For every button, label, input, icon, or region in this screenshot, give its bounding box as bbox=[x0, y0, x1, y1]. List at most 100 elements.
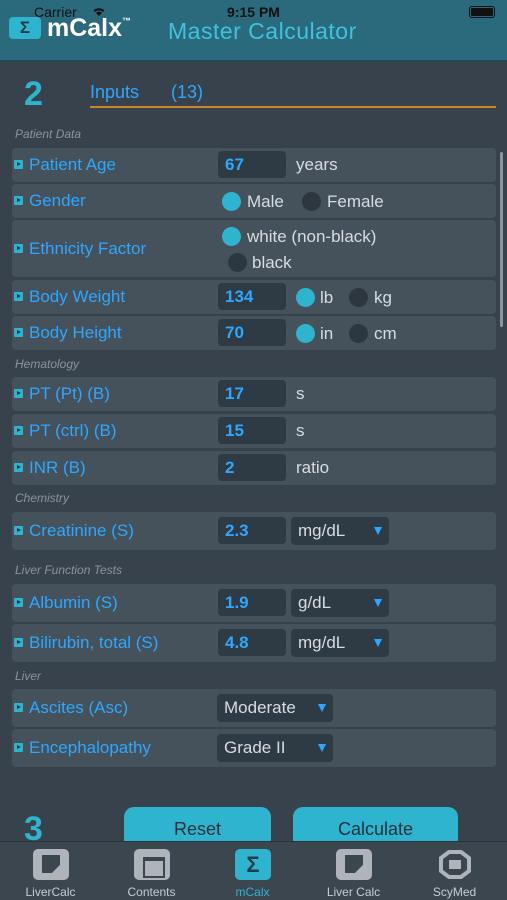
page-title: Master Calculator bbox=[168, 18, 357, 44]
creatinine-unit-select[interactable]: mg/dL bbox=[291, 517, 389, 545]
mcalx-icon: Σ bbox=[235, 849, 271, 880]
field-label[interactable]: INR (B) bbox=[29, 458, 86, 478]
chevron-down-icon bbox=[374, 599, 382, 607]
row-inr: INR (B) 2 ratio bbox=[12, 451, 496, 485]
field-label[interactable]: Patient Age bbox=[29, 155, 116, 175]
field-label[interactable]: Albumin (S) bbox=[29, 593, 118, 613]
field-label[interactable]: Ethnicity Factor bbox=[29, 239, 146, 259]
expand-arrow-icon[interactable] bbox=[14, 389, 23, 398]
field-label[interactable]: PT (ctrl) (B) bbox=[29, 421, 117, 441]
section-number-2: 2 bbox=[24, 75, 43, 113]
ethnicity-black-label[interactable]: black bbox=[252, 253, 292, 273]
row-pt-ctrl: PT (ctrl) (B) 15 s bbox=[12, 414, 496, 448]
ethnicity-white-radio[interactable] bbox=[222, 227, 241, 246]
tab-liver-calc[interactable]: Liver Calc bbox=[303, 842, 404, 900]
creatinine-input[interactable]: 2.3 bbox=[218, 517, 286, 544]
expand-arrow-icon[interactable] bbox=[14, 196, 23, 205]
row-encephalopathy: Encephalopathy Grade II bbox=[12, 729, 496, 767]
field-label[interactable]: Gender bbox=[29, 191, 86, 211]
expand-arrow-icon[interactable] bbox=[14, 426, 23, 435]
pt-ctrl-input[interactable]: 15 bbox=[218, 417, 286, 444]
row-patient-age: Patient Age 67 years bbox=[12, 148, 496, 182]
body-weight-input[interactable]: 134 bbox=[218, 283, 286, 310]
scymed-icon bbox=[437, 849, 473, 880]
expand-arrow-icon[interactable] bbox=[14, 598, 23, 607]
expand-arrow-icon[interactable] bbox=[14, 244, 23, 253]
inputs-header[interactable]: Inputs (13) bbox=[90, 80, 496, 108]
liver-calc-icon bbox=[336, 849, 372, 880]
patient-age-input[interactable]: 67 bbox=[218, 151, 286, 178]
gender-female-label[interactable]: Female bbox=[327, 192, 384, 212]
row-body-height: Body Height 70 in cm bbox=[12, 316, 496, 350]
pt-pt-input[interactable]: 17 bbox=[218, 380, 286, 407]
expand-arrow-icon[interactable] bbox=[14, 463, 23, 472]
bilirubin-unit-select[interactable]: mg/dL bbox=[291, 629, 389, 657]
unit-label: s bbox=[296, 421, 305, 440]
unit-lb-label[interactable]: lb bbox=[320, 288, 333, 308]
albumin-input[interactable]: 1.9 bbox=[218, 589, 286, 616]
row-albumin: Albumin (S) 1.9 g/dL bbox=[12, 584, 496, 622]
field-label[interactable]: Bilirubin, total (S) bbox=[29, 633, 158, 653]
expand-arrow-icon[interactable] bbox=[14, 328, 23, 337]
row-ethnicity: Ethnicity Factor white (non-black) black bbox=[12, 220, 496, 277]
unit-cm-radio[interactable] bbox=[349, 324, 368, 343]
encephalopathy-select[interactable]: Grade II bbox=[217, 734, 333, 762]
albumin-unit-select[interactable]: g/dL bbox=[291, 589, 389, 617]
unit-label: years bbox=[296, 155, 338, 174]
unit-lb-radio[interactable] bbox=[296, 288, 315, 307]
gender-male-label[interactable]: Male bbox=[247, 192, 284, 212]
contents-icon bbox=[134, 849, 170, 880]
battery-icon bbox=[469, 6, 495, 18]
ethnicity-black-radio[interactable] bbox=[228, 253, 247, 272]
inr-input[interactable]: 2 bbox=[218, 454, 286, 481]
unit-kg-label[interactable]: kg bbox=[374, 288, 392, 308]
unit-in-radio[interactable] bbox=[296, 324, 315, 343]
unit-cm-label[interactable]: cm bbox=[374, 324, 397, 344]
scrollbar[interactable] bbox=[500, 152, 503, 327]
field-label[interactable]: Body Height bbox=[29, 323, 122, 343]
unit-label: s bbox=[296, 384, 305, 403]
expand-arrow-icon[interactable] bbox=[14, 292, 23, 301]
app-header: Carrier 9:15 PM Σ mCalx™ Master Calculat… bbox=[0, 0, 507, 62]
unit-label: ratio bbox=[296, 458, 330, 477]
unit-in-label[interactable]: in bbox=[320, 324, 333, 344]
app-logo-text: mCalx™ bbox=[47, 14, 132, 42]
expand-arrow-icon[interactable] bbox=[14, 703, 23, 712]
field-label[interactable]: Body Weight bbox=[29, 287, 125, 307]
group-label-patient-data: Patient Data bbox=[15, 127, 82, 141]
bilirubin-input[interactable]: 4.8 bbox=[218, 629, 286, 656]
row-ascites: Ascites (Asc) Moderate bbox=[12, 689, 496, 727]
expand-arrow-icon[interactable] bbox=[14, 743, 23, 752]
group-label-chemistry: Chemistry bbox=[15, 491, 70, 505]
field-label[interactable]: PT (Pt) (B) bbox=[29, 384, 110, 404]
tab-contents[interactable]: Contents bbox=[101, 842, 202, 900]
tab-mcalx[interactable]: Σ mCalx bbox=[202, 842, 303, 900]
unit-kg-radio[interactable] bbox=[349, 288, 368, 307]
row-pt-pt: PT (Pt) (B) 17 s bbox=[12, 377, 496, 411]
gender-female-radio[interactable] bbox=[302, 192, 321, 211]
tab-bar: LiverCalc Contents Σ mCalx Liver Calc Sc… bbox=[0, 841, 507, 900]
expand-arrow-icon[interactable] bbox=[14, 160, 23, 169]
livercalc-icon bbox=[33, 849, 69, 880]
tab-scymed[interactable]: ScyMed bbox=[404, 842, 505, 900]
row-gender: Gender Male Female bbox=[12, 184, 496, 218]
gender-male-radio[interactable] bbox=[222, 192, 241, 211]
field-label[interactable]: Creatinine (S) bbox=[29, 521, 134, 541]
field-label[interactable]: Encephalopathy bbox=[29, 738, 151, 758]
expand-arrow-icon[interactable] bbox=[14, 638, 23, 647]
ascites-select[interactable]: Moderate bbox=[217, 694, 333, 722]
row-creatinine: Creatinine (S) 2.3 mg/dL bbox=[12, 512, 496, 550]
field-label[interactable]: Ascites (Asc) bbox=[29, 698, 128, 718]
body-height-input[interactable]: 70 bbox=[218, 319, 286, 346]
mcalx-logo-icon: Σ bbox=[9, 17, 41, 39]
ethnicity-white-label[interactable]: white (non-black) bbox=[247, 227, 376, 247]
chevron-down-icon bbox=[374, 639, 382, 647]
row-body-weight: Body Weight 134 lb kg bbox=[12, 280, 496, 314]
group-label-hematology: Hematology bbox=[15, 357, 80, 371]
group-label-liver: Liver bbox=[15, 669, 42, 683]
inputs-count: (13) bbox=[171, 82, 204, 102]
inputs-title: Inputs bbox=[90, 82, 140, 102]
expand-arrow-icon[interactable] bbox=[14, 526, 23, 535]
chevron-down-icon bbox=[374, 527, 382, 535]
tab-livercalc[interactable]: LiverCalc bbox=[0, 842, 101, 900]
